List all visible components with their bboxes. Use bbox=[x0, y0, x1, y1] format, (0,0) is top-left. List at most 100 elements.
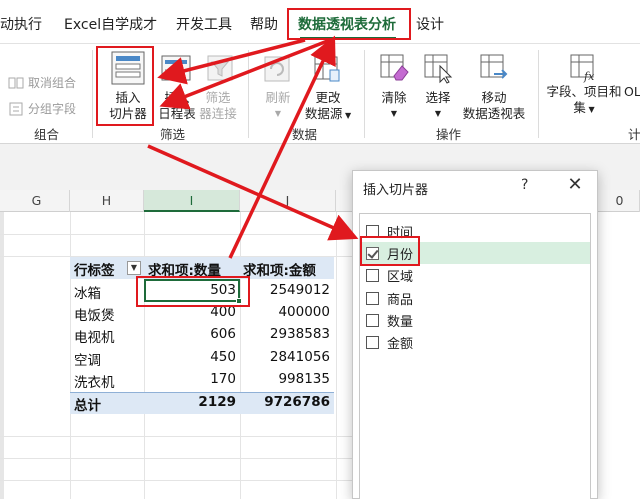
insert-slicer-dialog: 插入切片器 ? ✕ 时间 月份 区域 商品 数量 金额 bbox=[352, 170, 598, 499]
move-pivot-label-2: 数据透视表 bbox=[462, 106, 526, 121]
olap-tools-label: OL bbox=[624, 84, 640, 99]
column-header-partial[interactable]: 0 bbox=[600, 190, 640, 212]
select-icon bbox=[424, 54, 453, 84]
pivot-header-row-labels: 行标签 bbox=[74, 263, 115, 279]
timeline-icon bbox=[161, 55, 191, 81]
group-separator bbox=[248, 50, 249, 138]
move-pivot-icon bbox=[480, 54, 508, 79]
pivot-row-amount[interactable]: 2841056 bbox=[240, 349, 330, 365]
pivot-row-qty[interactable]: 606 bbox=[144, 326, 236, 342]
group-field-label: 分组字段 bbox=[28, 102, 77, 116]
ungroup-icon bbox=[8, 77, 24, 88]
insert-timeline-button[interactable]: 插入 日程表 bbox=[156, 90, 198, 122]
dropdown-arrow-icon: ▼ bbox=[342, 111, 352, 120]
pivot-row-label[interactable]: 洗衣机 bbox=[74, 371, 115, 391]
annotation-box-month-field bbox=[360, 236, 420, 266]
close-icon[interactable]: ✕ bbox=[565, 175, 585, 195]
insert-timeline-label-2: 日程表 bbox=[158, 106, 196, 121]
change-source-label-2: 数据源 bbox=[304, 106, 343, 121]
annotation-box-pivot-tab bbox=[287, 8, 411, 40]
pivot-row-label[interactable]: 电视机 bbox=[74, 326, 115, 346]
dropdown-arrow-icon: ▼ bbox=[585, 105, 595, 114]
svg-text:fx: fx bbox=[583, 70, 595, 83]
move-pivot-table-button[interactable]: 移动 数据透视表 bbox=[458, 90, 530, 122]
change-source-label-1: 更改 bbox=[315, 90, 341, 105]
refresh-button[interactable]: 刷新 ▼ bbox=[258, 90, 298, 122]
tab-developer[interactable]: 开发工具 bbox=[176, 14, 232, 34]
pivot-row-qty[interactable]: 450 bbox=[144, 349, 236, 365]
grid-line bbox=[0, 480, 360, 481]
pivot-total-qty[interactable]: 2129 bbox=[144, 394, 236, 410]
checkbox[interactable] bbox=[366, 268, 379, 282]
olap-tools-button[interactable]: OL bbox=[624, 84, 640, 100]
checkbox[interactable] bbox=[366, 313, 379, 327]
group-label-group: 组合 bbox=[34, 127, 60, 142]
pivot-row-label[interactable]: 电饭煲 bbox=[74, 304, 115, 324]
pivot-row-amount[interactable]: 400000 bbox=[240, 304, 330, 320]
insert-timeline-label-1: 插入 bbox=[164, 90, 190, 105]
pivot-row-label[interactable]: 空调 bbox=[74, 349, 101, 369]
group-label-filter: 筛选 bbox=[160, 127, 186, 142]
fields-items-sets-button[interactable]: 字段、项目和 集 ▼ bbox=[542, 84, 626, 118]
tab-automate[interactable]: 动执行 bbox=[0, 14, 42, 34]
column-header-g[interactable]: G bbox=[4, 190, 70, 212]
annotation-box-active-cell bbox=[136, 276, 250, 307]
group-separator bbox=[364, 50, 365, 138]
filter-connection-icon bbox=[207, 55, 233, 81]
group-label-calc: 计 bbox=[628, 127, 640, 142]
tab-help[interactable]: 帮助 bbox=[250, 14, 278, 34]
annotation-box-insert-slicer bbox=[96, 46, 154, 126]
row-header-strip bbox=[0, 190, 4, 499]
move-pivot-label-1: 移动 bbox=[481, 90, 507, 105]
pivot-row-amount[interactable]: 998135 bbox=[240, 371, 330, 387]
change-data-source-button[interactable]: 更改 数据源 ▼ bbox=[298, 90, 358, 124]
slicer-field-label: 区域 bbox=[387, 269, 414, 285]
dropdown-arrow-icon: ▼ bbox=[434, 109, 442, 118]
change-source-icon bbox=[314, 56, 340, 82]
help-icon[interactable]: ? bbox=[521, 177, 528, 193]
pivot-row-amount[interactable]: 2938583 bbox=[240, 326, 330, 342]
column-header-j[interactable]: J bbox=[240, 190, 336, 212]
column-header-i[interactable]: I bbox=[144, 190, 240, 212]
refresh-label: 刷新 bbox=[265, 90, 291, 105]
row-label-filter-button[interactable]: ▼ bbox=[127, 261, 141, 275]
clear-button[interactable]: 清除 ▼ bbox=[374, 90, 414, 122]
group-separator bbox=[92, 50, 93, 138]
group-field-button[interactable]: 分组字段 bbox=[8, 100, 76, 117]
select-button[interactable]: 选择 ▼ bbox=[418, 90, 458, 122]
group-field-icon bbox=[9, 102, 23, 115]
fields-items-label-1: 字段、项目和 bbox=[546, 84, 622, 99]
slicer-field-label: 商品 bbox=[387, 292, 414, 308]
pivot-row-label[interactable]: 冰箱 bbox=[74, 282, 101, 302]
filter-connections-button[interactable]: 筛选 器连接 bbox=[196, 90, 240, 122]
group-label-actions: 操作 bbox=[436, 127, 462, 142]
group-label-data: 数据 bbox=[292, 127, 318, 142]
grid-line bbox=[0, 234, 360, 235]
checkbox[interactable] bbox=[366, 335, 379, 349]
clear-icon bbox=[380, 54, 409, 81]
group-separator bbox=[538, 50, 539, 138]
dialog-title: 插入切片器 bbox=[363, 183, 429, 198]
select-label: 选择 bbox=[425, 90, 451, 105]
dropdown-arrow-icon: ▼ bbox=[274, 109, 282, 118]
pivot-row-qty[interactable]: 170 bbox=[144, 371, 236, 387]
dropdown-arrow-icon: ▼ bbox=[130, 263, 138, 272]
clear-label: 清除 bbox=[381, 90, 407, 105]
filter-connections-label-1: 筛选 bbox=[205, 90, 231, 105]
pivot-header-amount: 求和项:金额 bbox=[243, 263, 316, 279]
fields-items-icon: fx bbox=[570, 54, 595, 83]
pivot-total-amount[interactable]: 9726786 bbox=[240, 394, 330, 410]
dropdown-arrow-icon: ▼ bbox=[390, 109, 398, 118]
ungroup-button[interactable]: 取消组合 bbox=[8, 74, 76, 91]
slicer-field-item[interactable]: 数量 bbox=[366, 309, 413, 331]
filter-connections-label-2: 器连接 bbox=[199, 106, 237, 121]
pivot-row-amount[interactable]: 2549012 bbox=[240, 282, 330, 298]
slicer-field-item[interactable]: 商品 bbox=[366, 287, 413, 309]
tab-design[interactable]: 设计 bbox=[416, 14, 444, 34]
checkbox[interactable] bbox=[366, 291, 379, 305]
slicer-field-item[interactable]: 区域 bbox=[366, 264, 413, 286]
column-header-h[interactable]: H bbox=[70, 190, 144, 212]
tab-excel-learning[interactable]: Excel自学成才 bbox=[64, 14, 157, 34]
fields-items-label-2: 集 bbox=[573, 100, 586, 115]
slicer-field-item[interactable]: 金额 bbox=[366, 331, 413, 353]
